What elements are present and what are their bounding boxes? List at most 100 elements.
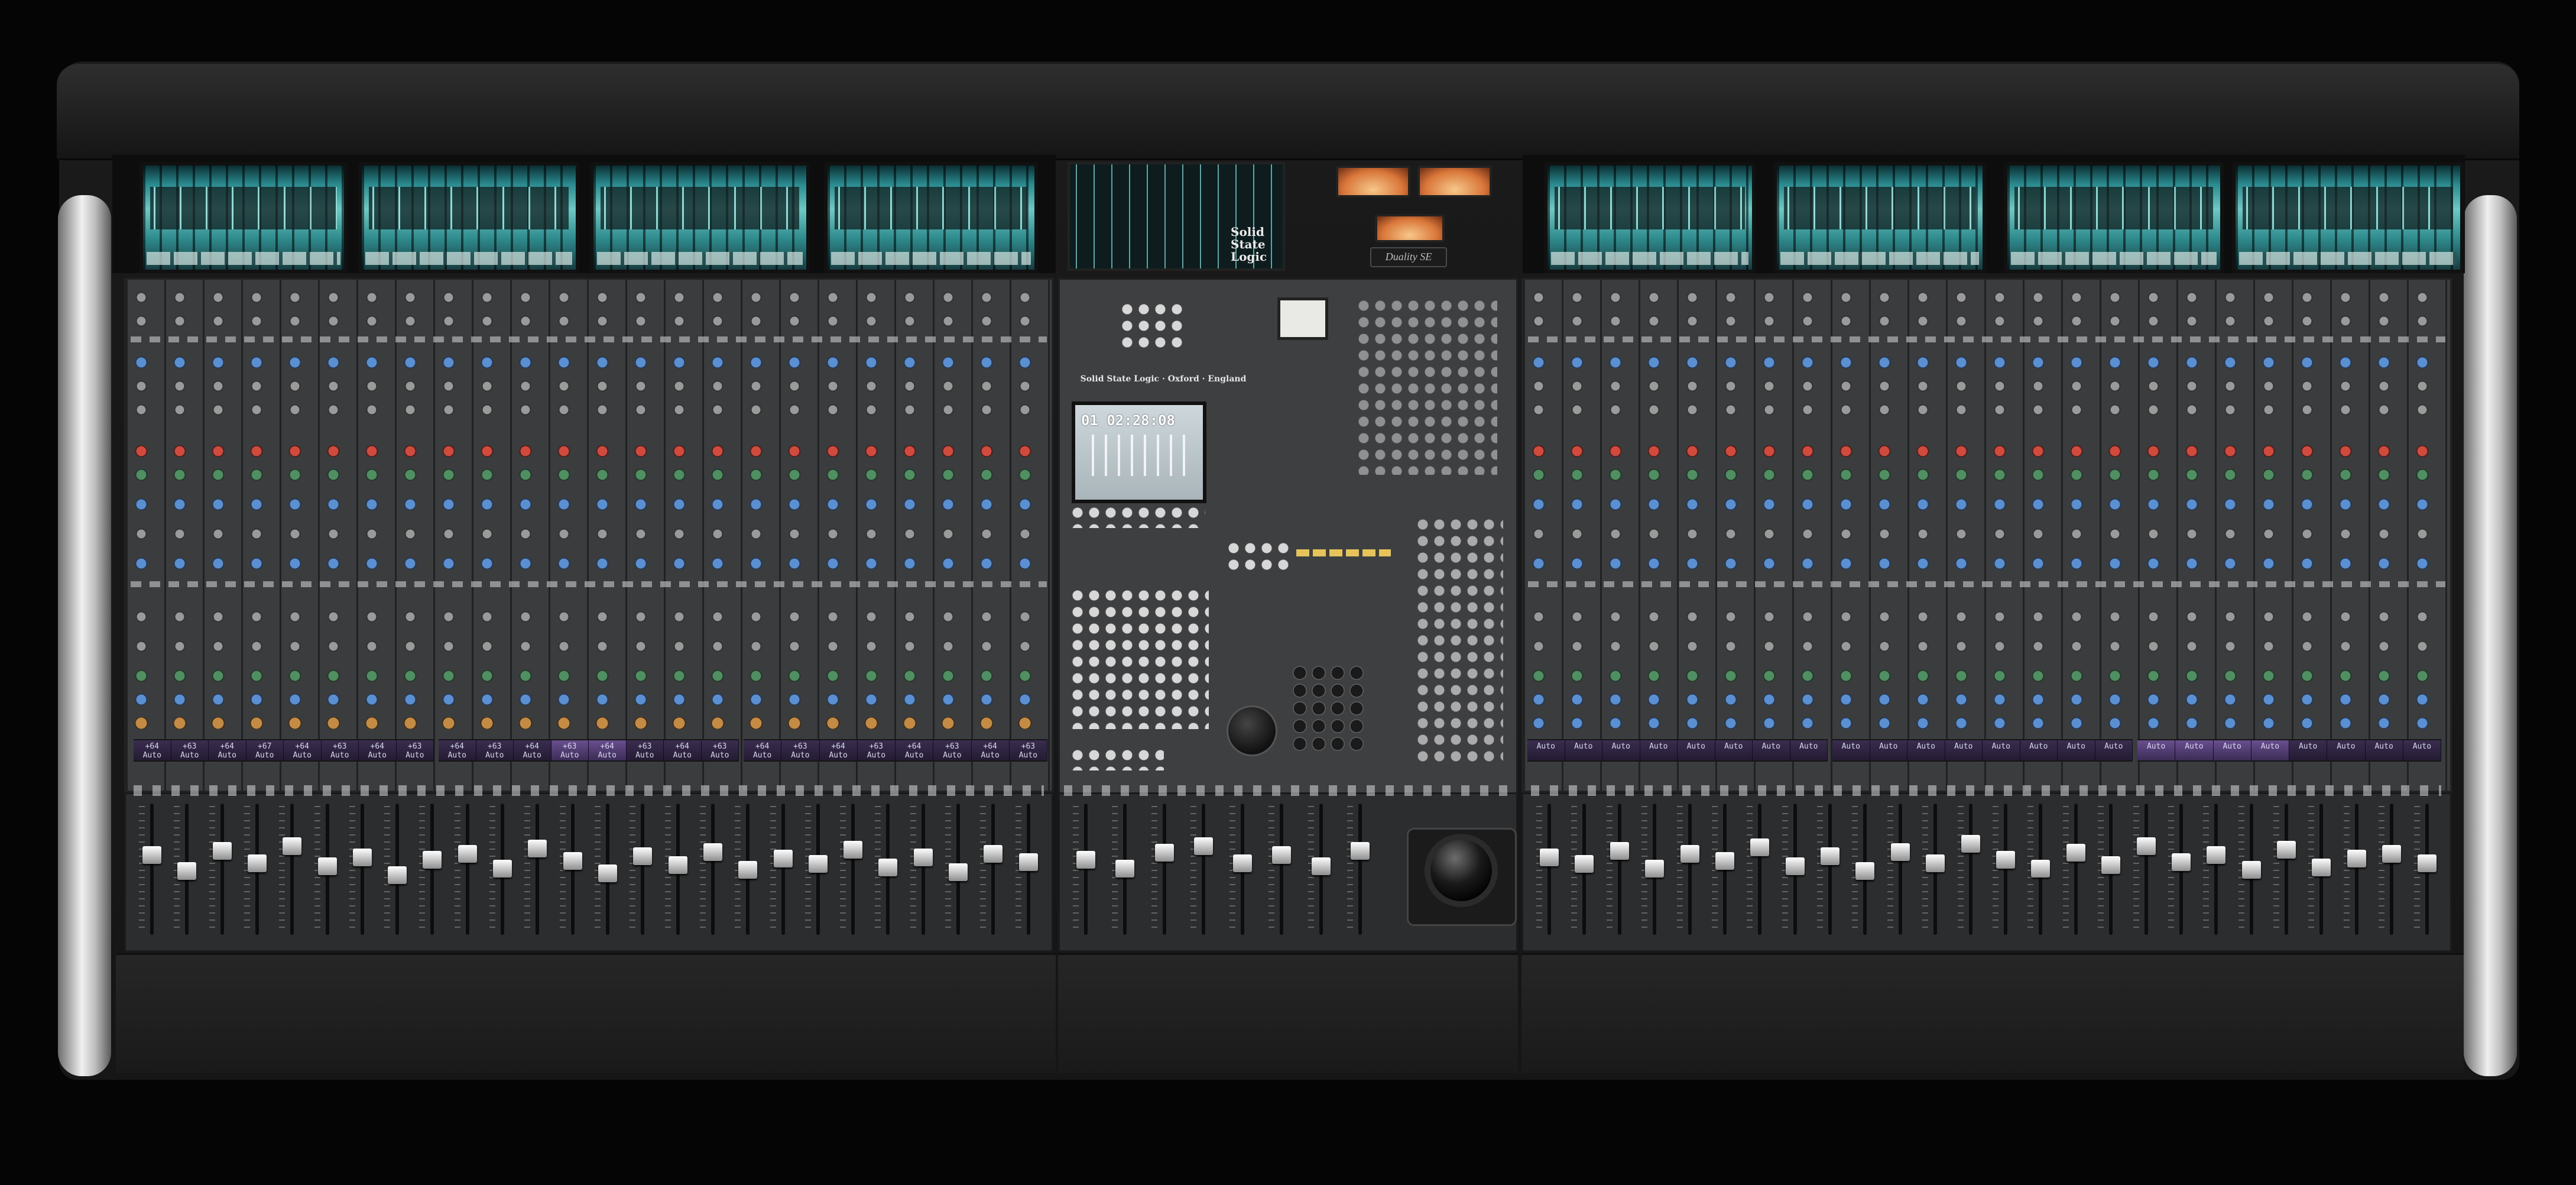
function-keypad[interactable] — [1069, 587, 1209, 729]
knob-row[interactable] — [131, 694, 1047, 705]
fader-cap[interactable] — [1575, 855, 1594, 873]
fader-button-row[interactable] — [134, 785, 1044, 796]
channel-fader[interactable] — [485, 800, 520, 942]
channel-fader[interactable] — [906, 800, 941, 942]
button-row[interactable] — [1528, 581, 2445, 587]
channel-fader[interactable] — [2058, 800, 2094, 942]
fader-cap[interactable] — [283, 837, 302, 855]
fader-cap[interactable] — [142, 846, 161, 865]
fader-cap[interactable] — [458, 845, 477, 863]
yellow-key-row[interactable] — [1296, 549, 1391, 556]
fader-cap[interactable] — [1115, 860, 1135, 878]
knob-row[interactable] — [1528, 528, 2445, 540]
monitor-button-group[interactable] — [1119, 301, 1184, 348]
channel-fader[interactable] — [1264, 800, 1299, 942]
fader-cap[interactable] — [1890, 843, 1910, 861]
fader-cap[interactable] — [388, 866, 407, 885]
fader-cap[interactable] — [2101, 856, 2121, 875]
fader-cap[interactable] — [1821, 847, 1840, 866]
knob-row[interactable] — [1528, 640, 2445, 652]
channel-fader[interactable] — [169, 800, 205, 942]
button-row[interactable] — [131, 336, 1047, 342]
channel-fader[interactable] — [1147, 800, 1182, 942]
channel-fader[interactable] — [379, 800, 415, 942]
knob-row[interactable] — [1528, 611, 2445, 623]
master-knob-panel[interactable] — [1355, 297, 1497, 475]
fader-cap[interactable] — [1680, 845, 1699, 863]
knob-row[interactable] — [131, 469, 1047, 481]
knob-row[interactable] — [131, 404, 1047, 416]
channel-fader[interactable] — [800, 800, 836, 942]
channel-fader[interactable] — [1812, 800, 1848, 942]
fader-cap[interactable] — [1018, 853, 1038, 871]
knob-row[interactable] — [131, 640, 1047, 652]
channel-fader[interactable] — [2198, 800, 2234, 942]
fader-cap[interactable] — [1193, 837, 1213, 855]
knob-row[interactable] — [131, 498, 1047, 510]
channel-fader[interactable] — [1303, 800, 1339, 942]
fader-cap[interactable] — [1785, 857, 1805, 876]
fader-cap[interactable] — [843, 840, 863, 859]
channel-fader[interactable] — [695, 800, 731, 942]
fader-cap[interactable] — [1272, 846, 1292, 865]
channel-fader[interactable] — [1777, 800, 1813, 942]
fader-cap[interactable] — [317, 857, 337, 876]
trackball-icon[interactable] — [1430, 840, 1492, 901]
knob-row[interactable] — [131, 558, 1047, 569]
channel-fader[interactable] — [1883, 800, 1918, 942]
transport-button-group[interactable] — [1225, 540, 1290, 575]
fader-cap[interactable] — [2382, 845, 2402, 863]
channel-fader[interactable] — [1988, 800, 2023, 942]
knob-row[interactable] — [131, 357, 1047, 368]
center-touch-screen[interactable]: 01 02:28:08 — [1072, 402, 1206, 503]
fader-cap[interactable] — [177, 862, 197, 880]
knob-row[interactable] — [1528, 558, 2445, 569]
knob-row[interactable] — [1528, 315, 2445, 327]
fader-cap[interactable] — [668, 856, 687, 875]
fader-cap[interactable] — [1311, 857, 1331, 876]
channel-fader[interactable] — [2374, 800, 2409, 942]
fader-cap[interactable] — [2207, 846, 2226, 865]
fader-cap[interactable] — [2347, 849, 2366, 867]
knob-row[interactable] — [131, 611, 1047, 623]
fader-cap[interactable] — [1715, 851, 1734, 870]
channel-fader[interactable] — [1107, 800, 1143, 942]
fader-cap[interactable] — [1154, 844, 1174, 862]
knob-row[interactable] — [131, 717, 1047, 729]
fader-cap[interactable] — [738, 860, 758, 879]
fader-cap[interactable] — [247, 854, 267, 872]
channel-fader[interactable] — [1566, 800, 1602, 942]
fader-cap[interactable] — [2171, 853, 2191, 871]
fader-cap[interactable] — [1350, 841, 1370, 860]
channel-fader[interactable] — [940, 800, 976, 942]
channel-fader[interactable] — [205, 800, 240, 942]
channel-fader[interactable] — [1918, 800, 1953, 942]
fader-cap[interactable] — [1750, 838, 1770, 856]
knob-row[interactable] — [1528, 404, 2445, 416]
fader-cap[interactable] — [1610, 841, 1629, 860]
channel-fader[interactable] — [520, 800, 555, 942]
channel-fader[interactable] — [450, 800, 485, 942]
channel-fader[interactable] — [1707, 800, 1743, 942]
channel-fader[interactable] — [870, 800, 906, 942]
fader-cap[interactable] — [423, 850, 442, 869]
selector-keys[interactable] — [1414, 516, 1503, 765]
channel-fader[interactable] — [274, 800, 310, 942]
fader-cap[interactable] — [2277, 840, 2296, 859]
fader-cap[interactable] — [493, 860, 512, 878]
channel-fader[interactable] — [660, 800, 696, 942]
fader-cap[interactable] — [528, 839, 547, 857]
channel-fader[interactable] — [1742, 800, 1777, 942]
numeric-keypad[interactable] — [1290, 664, 1366, 753]
channel-fader[interactable] — [1225, 800, 1260, 942]
knob-row[interactable] — [1528, 670, 2445, 682]
knob-row[interactable] — [1528, 292, 2445, 303]
knob-row[interactable] — [1528, 717, 2445, 729]
knob-row[interactable] — [1528, 357, 2445, 368]
channel-fader[interactable] — [1342, 800, 1378, 942]
knob-row[interactable] — [131, 528, 1047, 540]
channel-fader[interactable] — [765, 800, 801, 942]
channel-fader[interactable] — [134, 800, 170, 942]
channel-fader[interactable] — [555, 800, 591, 942]
channel-fader[interactable] — [835, 800, 871, 942]
